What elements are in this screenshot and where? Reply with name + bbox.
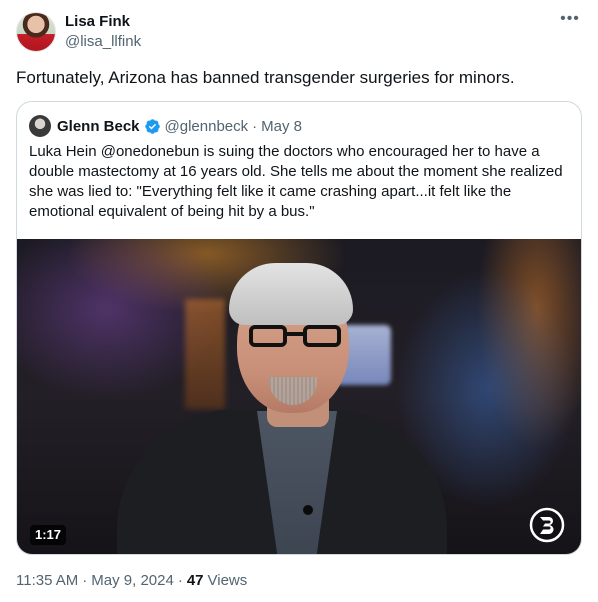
verified-badge-icon xyxy=(144,118,160,134)
quoted-author-avatar xyxy=(29,115,51,137)
tweet-date[interactable]: May 9, 2024 xyxy=(91,571,174,591)
person-hair xyxy=(229,263,353,325)
author-avatar[interactable] xyxy=(16,12,56,52)
blaze-logo-icon xyxy=(529,507,565,543)
quoted-separator: · xyxy=(252,117,258,135)
quoted-tweet[interactable]: Glenn Beck @glennbeck · May 8 Luka Hein … xyxy=(16,101,582,555)
tweet-meta: 11:35 AM · May 9, 2024 · 47 Views xyxy=(16,571,247,591)
author-name-block: Lisa Fink @lisa_llfink xyxy=(65,12,141,52)
quoted-author-name: Glenn Beck xyxy=(57,117,140,135)
views-label: Views xyxy=(207,572,248,589)
quoted-author-handle: @glennbeck xyxy=(164,117,249,135)
meta-separator: · xyxy=(177,572,183,589)
views-count[interactable]: 47 xyxy=(187,571,204,591)
quoted-date: May 8 xyxy=(261,117,303,135)
microphone-icon xyxy=(303,505,313,515)
glasses-icon xyxy=(249,325,341,349)
video-duration-badge: 1:17 xyxy=(30,525,67,545)
more-icon[interactable]: ••• xyxy=(560,11,580,32)
tweet-text: Fortunately, Arizona has banned transgen… xyxy=(16,68,515,87)
quoted-tweet-text: Luka Hein @onedonebun is suing the docto… xyxy=(29,143,563,220)
video-player[interactable]: 1:17 xyxy=(17,239,581,554)
author-handle[interactable]: @lisa_llfink xyxy=(65,32,141,52)
meta-separator: · xyxy=(82,572,88,589)
author-display-name[interactable]: Lisa Fink xyxy=(65,12,141,32)
tweet-time[interactable]: 11:35 AM xyxy=(16,571,78,591)
tweet-header: Lisa Fink @lisa_llfink ••• xyxy=(16,11,582,56)
video-thumbnail-person xyxy=(117,259,447,554)
quoted-tweet-header: Glenn Beck @glennbeck · May 8 xyxy=(29,114,302,138)
